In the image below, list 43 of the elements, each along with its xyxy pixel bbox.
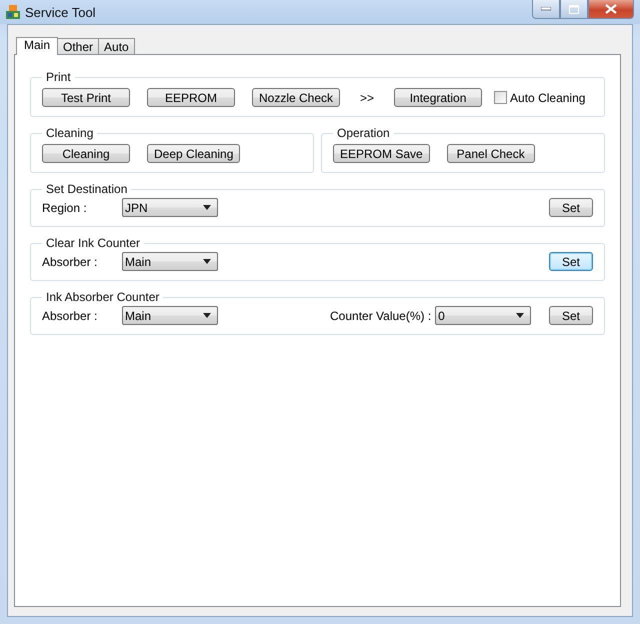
button[interactable]: Test Print bbox=[42, 88, 130, 107]
dropdown-arrow-icon bbox=[203, 259, 211, 264]
button[interactable]: EEPROM bbox=[147, 88, 235, 107]
group-title: Print bbox=[45, 70, 72, 84]
dropdown[interactable]: JPN bbox=[122, 198, 218, 217]
group-title: Operation bbox=[336, 126, 391, 140]
dropdown[interactable]: 0 bbox=[435, 306, 532, 325]
button[interactable]: Integration bbox=[394, 88, 482, 107]
button[interactable]: EEPROM Save bbox=[333, 144, 430, 163]
button[interactable]: Nozzle Check bbox=[252, 88, 340, 107]
dropdown[interactable]: Main bbox=[122, 252, 218, 271]
window-title: Service Tool bbox=[25, 4, 96, 20]
field-label: Counter Value(%) : bbox=[330, 308, 432, 322]
minimize-icon bbox=[541, 7, 551, 11]
field-label: Absorber : bbox=[42, 254, 98, 268]
group-title: Set Destination bbox=[45, 182, 128, 196]
checkbox-label[interactable]: Auto Cleaning bbox=[510, 90, 586, 104]
tab[interactable]: Auto bbox=[98, 38, 135, 54]
button[interactable]: Cleaning bbox=[42, 144, 130, 163]
button[interactable]: Deep Cleaning bbox=[147, 144, 240, 163]
set-button[interactable]: Set bbox=[549, 198, 593, 217]
button[interactable]: Panel Check bbox=[446, 144, 535, 163]
next-step-text: >> bbox=[360, 90, 374, 104]
dropdown[interactable]: Main bbox=[122, 306, 218, 325]
group-title: Ink Absorber Counter bbox=[45, 290, 160, 304]
group-title: Clear Ink Counter bbox=[45, 236, 142, 250]
dropdown-arrow-icon bbox=[516, 313, 524, 318]
group-title: Cleaning bbox=[45, 126, 94, 140]
tab[interactable]: Main bbox=[16, 37, 58, 55]
minimize-button[interactable] bbox=[532, 0, 560, 19]
maximize-button[interactable] bbox=[560, 0, 588, 19]
field-label: Absorber : bbox=[42, 308, 98, 322]
maximize-icon bbox=[569, 4, 579, 14]
close-icon bbox=[605, 4, 617, 14]
field-label: Region : bbox=[42, 200, 88, 214]
printer-icon bbox=[5, 4, 21, 20]
close-button[interactable] bbox=[588, 0, 634, 19]
checkbox[interactable] bbox=[494, 91, 508, 104]
set-button[interactable]: Set bbox=[549, 252, 593, 271]
tab[interactable]: Other bbox=[57, 38, 100, 54]
dropdown-arrow-icon bbox=[203, 205, 211, 210]
dropdown-arrow-icon bbox=[203, 313, 211, 318]
set-button[interactable]: Set bbox=[549, 306, 593, 325]
